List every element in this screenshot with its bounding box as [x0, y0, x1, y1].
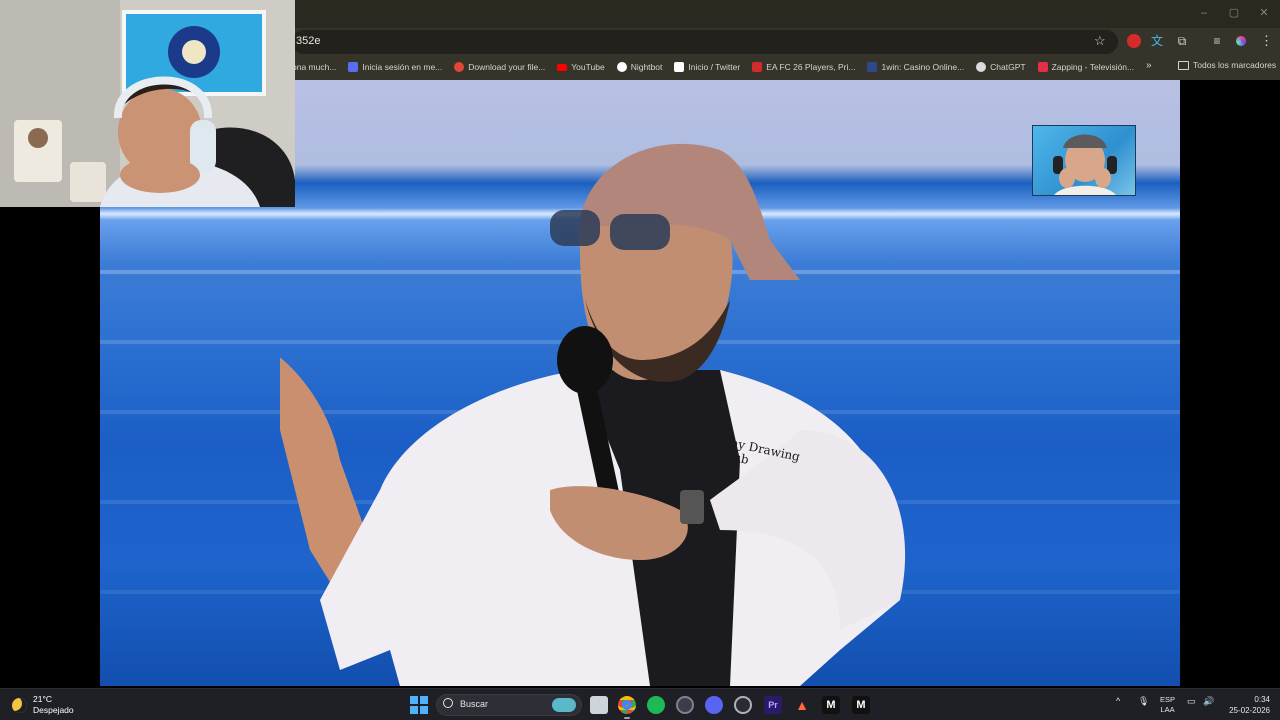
search-placeholder: Buscar	[460, 699, 489, 709]
premiere-icon[interactable]: Pr	[764, 696, 782, 714]
tray-overflow-icon[interactable]: ^	[1116, 696, 1120, 706]
bookmark-label: Inicia sesión en me...	[362, 62, 443, 72]
adobe-icon[interactable]: ▲	[793, 696, 811, 714]
bookmark-item[interactable]: Inicio / Twitter	[674, 62, 740, 72]
bookmark-label: Inicio / Twitter	[688, 62, 741, 72]
windows-taskbar: 21°C Despejado Buscar Pr ▲ M M ^ 🎙 ESP L…	[0, 688, 1280, 720]
all-bookmarks-button[interactable]: Todos los marcadores	[1178, 60, 1276, 70]
bookmark-item[interactable]: YouTube	[557, 62, 605, 72]
language-code: ESP	[1160, 695, 1176, 704]
minimize-button[interactable]: –	[1196, 6, 1212, 20]
bookmark-item[interactable]: Download your file...	[454, 62, 545, 72]
davinci-icon[interactable]: M	[852, 696, 870, 714]
moon-icon	[12, 697, 27, 713]
steam-icon[interactable]	[734, 696, 752, 714]
x-twitter-icon	[674, 62, 685, 72]
obs-icon[interactable]	[676, 696, 694, 714]
nightbot-icon	[616, 62, 627, 72]
temperature: 21°C	[33, 694, 52, 704]
bookmark-label: ona much...	[292, 62, 337, 72]
search-icon	[443, 698, 453, 708]
extension-red-icon[interactable]	[1127, 34, 1141, 48]
maximize-button[interactable]: ▢	[1226, 6, 1242, 20]
keyboard-layout: LAA	[1160, 705, 1175, 714]
chatgpt-icon	[976, 62, 987, 72]
translate-extension-icon[interactable]: 文	[1150, 34, 1164, 48]
bookmark-item[interactable]: 1win: Casino Online...	[867, 62, 964, 72]
weather-text: 21°C Despejado	[33, 694, 74, 716]
file-explorer-icon[interactable]	[590, 696, 608, 714]
address-bar[interactable]	[292, 30, 1118, 54]
bookmark-item[interactable]: ChatGPT	[976, 62, 1026, 72]
close-button[interactable]: ✕	[1256, 6, 1272, 20]
youtube-icon	[557, 63, 568, 71]
browser-menu-icon[interactable]: ⋮	[1260, 33, 1273, 49]
all-bookmarks-label: Todos los marcadores	[1193, 60, 1277, 70]
language-indicator[interactable]: ESP LAA	[1160, 695, 1175, 715]
ea-icon	[752, 62, 763, 72]
bookmark-label: Nightbot	[630, 62, 663, 72]
comedian-figure: Sunday Drawing Club	[280, 143, 906, 686]
active-indicator	[624, 717, 630, 719]
zapping-icon	[1037, 62, 1048, 72]
profile-avatar[interactable]	[1234, 34, 1248, 48]
bookmark-label: Download your file...	[468, 62, 546, 72]
weather-condition: Despejado	[33, 705, 74, 715]
spotify-icon[interactable]	[647, 696, 665, 714]
bookmark-label: EA FC 26 Players, Pri...	[766, 62, 856, 72]
address-bar-url[interactable]: 352e	[296, 35, 320, 47]
clock-time: 0:34	[1254, 695, 1270, 704]
extensions-puzzle-icon[interactable]: ⧉	[1175, 34, 1189, 48]
bookmark-label: YouTube	[571, 62, 605, 72]
bookmark-star-icon[interactable]: ☆	[1094, 33, 1106, 49]
webcam-scene	[0, 0, 295, 207]
clock-date: 25-02-2026	[1229, 706, 1270, 715]
bookmark-item[interactable]: EA FC 26 Players, Pri...	[752, 62, 855, 72]
system-clock[interactable]: 0:34 25-02-2026	[1224, 694, 1270, 716]
folder-icon	[1178, 60, 1189, 70]
bookmark-label: Zapping - Televisión...	[1051, 62, 1135, 72]
bookmark-item[interactable]: Zapping - Televisión...	[1037, 62, 1135, 72]
bookmark-site-icon	[348, 62, 359, 72]
bookmarks-bar: ona much... Inicia sesión en me... Downl…	[292, 58, 1134, 76]
bookmark-item[interactable]: Inicia sesión en me...	[348, 62, 442, 72]
bookmarks-overflow-button[interactable]: »	[1146, 60, 1152, 71]
inset-person	[1053, 134, 1117, 195]
windows-start-icon[interactable]	[410, 696, 428, 714]
bookmark-item[interactable]: Nightbot	[616, 62, 663, 72]
inset-webcam	[1032, 125, 1136, 196]
bookmark-label: ChatGPT	[990, 62, 1026, 72]
chrome-icon[interactable]	[618, 696, 636, 714]
capcut-icon[interactable]: M	[822, 696, 840, 714]
1win-icon	[867, 62, 878, 72]
discord-icon[interactable]	[705, 696, 723, 714]
weather-widget[interactable]: 21°C Despejado	[12, 694, 74, 716]
microphone-icon[interactable]: 🎙	[1138, 696, 1149, 707]
volume-icon[interactable]: 🔊	[1203, 696, 1214, 707]
network-icon[interactable]: ▭	[1187, 696, 1196, 707]
streamer-webcam	[0, 0, 295, 207]
search-highlight-icon	[552, 698, 576, 712]
bookmark-label: 1win: Casino Online...	[881, 62, 965, 72]
media-queue-icon[interactable]: ≡	[1210, 34, 1224, 48]
bookmark-item[interactable]: ona much...	[292, 62, 336, 72]
bookmark-site-icon	[454, 62, 465, 72]
